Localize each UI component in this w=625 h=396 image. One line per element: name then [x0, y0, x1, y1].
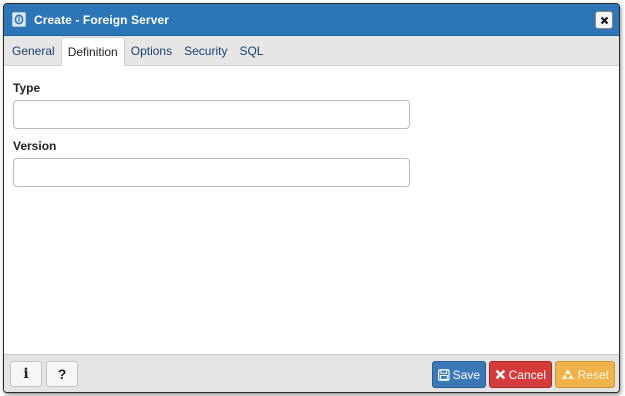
foreign-server-icon	[12, 12, 26, 27]
tab-general[interactable]: General	[6, 37, 61, 65]
type-input[interactable]	[13, 100, 410, 129]
cancel-icon	[495, 369, 506, 380]
tab-sql[interactable]: SQL	[233, 37, 269, 65]
reset-button[interactable]: Reset	[555, 361, 615, 388]
version-input[interactable]	[13, 158, 410, 187]
save-icon	[438, 368, 450, 381]
help-icon: ?	[57, 366, 67, 382]
tab-options[interactable]: Options	[125, 37, 178, 65]
save-label: Save	[452, 367, 480, 382]
definition-panel: Type Version	[4, 66, 619, 354]
recycle-icon	[561, 369, 574, 379]
dialog-footer: i ? Save Cancel Reset	[4, 354, 619, 392]
tab-bar: General Definition Options Security SQL	[4, 36, 619, 66]
close-button[interactable]	[595, 11, 613, 29]
help-button[interactable]: ?	[46, 361, 78, 387]
dialog-title: Create - Foreign Server	[34, 12, 170, 27]
version-label: Version	[13, 139, 57, 153]
tab-definition[interactable]: Definition	[60, 37, 125, 66]
save-button[interactable]: Save	[432, 361, 486, 388]
create-foreign-server-dialog: Create - Foreign Server General Definiti…	[3, 3, 620, 393]
close-icon	[600, 16, 608, 24]
dialog-titlebar[interactable]: Create - Foreign Server	[4, 4, 619, 36]
cancel-label: Cancel	[508, 367, 546, 382]
reset-label: Reset	[577, 367, 609, 382]
type-label: Type	[13, 81, 41, 95]
cancel-button[interactable]: Cancel	[489, 361, 552, 388]
tab-security[interactable]: Security	[178, 37, 233, 65]
info-button[interactable]: i	[10, 361, 42, 387]
info-icon: i	[23, 366, 29, 382]
